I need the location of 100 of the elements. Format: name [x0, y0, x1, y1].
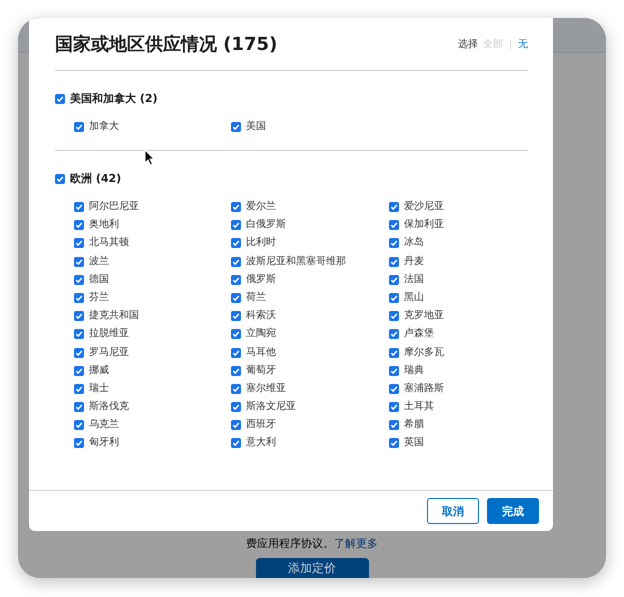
country-label: 波斯尼亚和黑塞哥维那 [246, 254, 346, 269]
checkbox[interactable] [231, 384, 241, 394]
learn-more-link[interactable]: 了解更多 [334, 537, 378, 550]
checkbox[interactable] [231, 329, 241, 340]
checkbox[interactable] [74, 256, 84, 267]
country-label: 乌克兰 [89, 418, 119, 432]
country-label: 加拿大 [89, 120, 119, 134]
country-label: 捷克共和国 [89, 309, 139, 324]
country-label: 奥地利 [89, 218, 119, 232]
country-label: 芬兰 [89, 290, 109, 305]
country-label: 冰岛 [404, 236, 424, 250]
checkbox[interactable] [231, 420, 241, 430]
country-label: 斯洛伐克 [89, 400, 129, 414]
checkbox[interactable] [231, 122, 241, 132]
checkbox[interactable] [231, 348, 241, 358]
region-label: 欧洲 (42) [70, 171, 122, 186]
country-label: 塞尔维亚 [246, 382, 286, 396]
checkbox[interactable] [389, 348, 399, 358]
country-label: 黑山 [404, 290, 424, 305]
checkbox[interactable] [74, 292, 84, 303]
checkbox[interactable] [231, 256, 241, 267]
checkbox[interactable] [231, 202, 241, 212]
country-label: 斯洛文尼亚 [246, 400, 296, 414]
country-label: 瑞典 [404, 364, 424, 378]
add-pricing-button[interactable]: 添加定价 [256, 558, 368, 578]
checkbox[interactable] [74, 348, 84, 358]
checkbox[interactable] [389, 366, 399, 376]
checkbox[interactable] [389, 311, 399, 322]
checkbox[interactable] [389, 238, 399, 248]
country-label: 瑞士 [89, 382, 109, 396]
checkbox[interactable] [389, 438, 399, 448]
country-label: 爱沙尼亚 [404, 200, 444, 214]
checkbox[interactable] [74, 384, 84, 394]
country-label: 克罗地亚 [404, 309, 444, 324]
checkbox[interactable] [74, 202, 84, 212]
country-label: 美国 [246, 120, 266, 134]
country-label: 保加利亚 [404, 218, 444, 232]
checkbox[interactable] [231, 366, 241, 376]
checkbox[interactable] [389, 292, 399, 303]
country-label: 意大利 [246, 436, 276, 450]
checkbox[interactable] [74, 311, 84, 322]
checkbox[interactable] [389, 329, 399, 340]
country-label: 丹麦 [404, 254, 424, 269]
country-label: 爱尔兰 [246, 200, 276, 214]
country-label: 罗马尼亚 [89, 346, 129, 360]
country-label: 希腊 [404, 418, 424, 432]
checkbox[interactable] [74, 402, 84, 412]
country-label: 阿尔巴尼亚 [89, 200, 139, 214]
checkbox[interactable] [231, 238, 241, 248]
checkbox[interactable] [74, 420, 84, 430]
checkbox[interactable] [55, 174, 65, 184]
checkbox[interactable] [389, 202, 399, 212]
country-label: 北马其顿 [89, 236, 129, 250]
checkbox[interactable] [231, 274, 241, 285]
agreement-text: 费应用程序协议。了解更多 [246, 537, 378, 550]
checkbox[interactable] [74, 329, 84, 340]
checkbox[interactable] [74, 366, 84, 376]
country-label: 英国 [404, 436, 424, 450]
checkbox[interactable] [231, 311, 241, 322]
checkbox[interactable] [231, 292, 241, 303]
country-label: 土耳其 [404, 400, 434, 414]
checkbox[interactable] [231, 220, 241, 230]
country-label: 匈牙利 [89, 436, 119, 450]
country-label: 白俄罗斯 [246, 218, 286, 232]
checkbox[interactable] [74, 274, 84, 285]
country-label: 立陶宛 [246, 327, 276, 342]
checkbox[interactable] [74, 220, 84, 230]
country-label: 拉脱维亚 [89, 327, 129, 342]
country-label: 马耳他 [246, 346, 276, 360]
region-label: 美国和加拿大 (2) [70, 91, 158, 106]
checkbox[interactable] [389, 220, 399, 230]
checkbox[interactable] [74, 438, 84, 448]
checkbox[interactable] [55, 94, 65, 104]
country-label: 塞浦路斯 [404, 382, 444, 396]
cancel-button[interactable]: 取消 [427, 498, 479, 524]
dialog-title: 国家或地区供应情况 (175) [55, 33, 278, 56]
country-label: 挪威 [89, 364, 109, 378]
select-none-link[interactable]: 无 [518, 37, 528, 51]
checkbox[interactable] [389, 256, 399, 267]
country-label: 摩尔多瓦 [404, 346, 444, 360]
country-label: 科索沃 [246, 309, 276, 324]
country-label: 卢森堡 [404, 327, 434, 342]
country-label: 俄罗斯 [246, 272, 276, 287]
checkbox[interactable] [74, 238, 84, 248]
checkbox[interactable] [389, 420, 399, 430]
checkbox[interactable] [74, 122, 84, 132]
cursor-icon [144, 149, 155, 166]
country-label: 法国 [404, 272, 424, 287]
done-button[interactable]: 完成 [487, 498, 539, 524]
checkbox[interactable] [389, 274, 399, 285]
country-label: 葡萄牙 [246, 364, 276, 378]
country-label: 德国 [89, 272, 109, 287]
country-label: 西班牙 [246, 418, 276, 432]
country-label: 荷兰 [246, 290, 266, 305]
checkbox[interactable] [389, 402, 399, 412]
select-label: 选择 [458, 38, 478, 51]
checkbox[interactable] [389, 384, 399, 394]
checkbox[interactable] [231, 402, 241, 412]
country-label: 比利时 [246, 236, 276, 250]
checkbox[interactable] [231, 438, 241, 448]
